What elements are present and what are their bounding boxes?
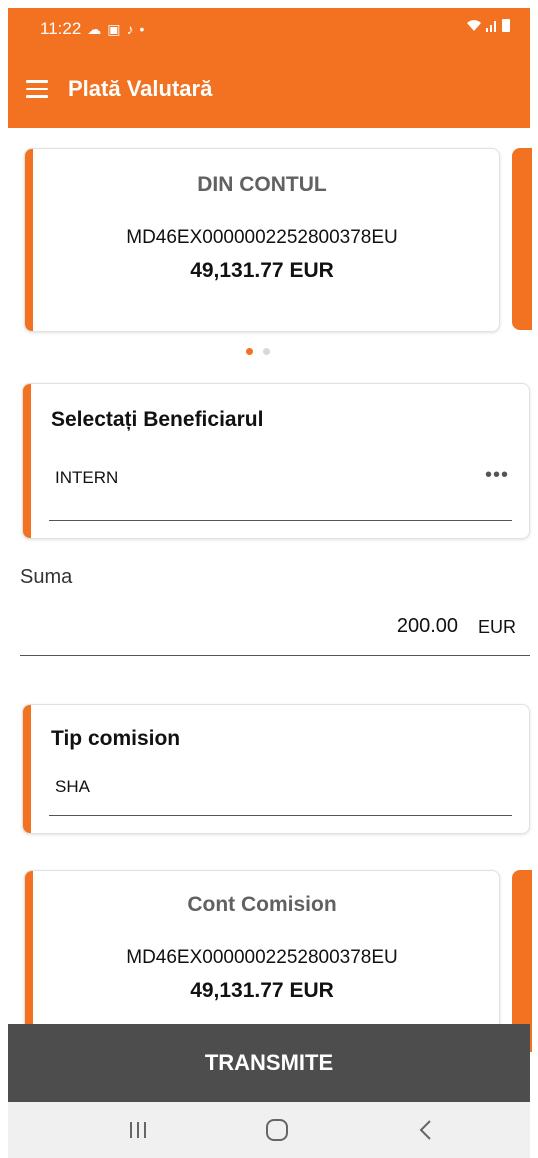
battery-icon <box>502 19 510 32</box>
commission-type-card[interactable]: Tip comision SHA <box>22 704 530 834</box>
page-title: Plată Valutară <box>68 76 213 101</box>
commission-type-underline <box>49 815 512 816</box>
app-bar: Plată Valutară <box>8 50 530 128</box>
home-icon[interactable] <box>257 1116 297 1144</box>
submit-button[interactable]: TRANSMITE <box>8 1024 530 1102</box>
amount-label: Suma <box>20 566 73 588</box>
beneficiary-value: INTERN <box>55 468 119 487</box>
weather-icon: ☁ <box>87 20 102 37</box>
gallery-icon: ▣ <box>107 20 121 37</box>
account-pager-dots <box>246 348 270 355</box>
beneficiary-underline <box>49 520 512 521</box>
hamburger-menu-icon[interactable] <box>26 80 48 98</box>
beneficiary-card[interactable]: Selectați Beneficiarul INTERN ••• <box>22 383 530 539</box>
amount-input[interactable]: 200.00 <box>397 615 458 638</box>
amount-underline <box>20 655 530 656</box>
commission-type-value: SHA <box>55 777 90 796</box>
amount-currency: EUR <box>477 617 516 637</box>
tiktok-icon: ♪ <box>126 21 134 37</box>
card-accent-bar <box>23 384 31 538</box>
wifi-icon <box>467 20 481 31</box>
recents-icon[interactable] <box>118 1116 158 1144</box>
commission-account-header: Cont Comision <box>187 893 337 916</box>
dot-icon: • <box>139 21 145 37</box>
more-horizontal-icon[interactable]: ••• <box>485 464 509 487</box>
back-icon[interactable] <box>406 1116 446 1144</box>
card-accent-bar <box>23 705 31 833</box>
commission-account-number: MD46EX0000002252800378EU <box>126 947 398 968</box>
status-time: 11:22 <box>40 19 82 38</box>
from-account-header: DIN CONTUL <box>197 173 327 196</box>
pager-dot-active[interactable] <box>246 348 253 355</box>
pager-dot[interactable] <box>263 348 270 355</box>
commission-account-balance: 49,131.77 EUR <box>190 979 334 1002</box>
status-bar: 11:22 ☁ ▣ ♪ • <box>8 8 530 50</box>
beneficiary-title: Selectați Beneficiarul <box>51 408 264 431</box>
system-nav-bar <box>8 1102 530 1158</box>
from-account-card[interactable]: DIN CONTUL MD46EX0000002252800378EU 49,1… <box>24 148 500 332</box>
next-account-card-peek[interactable] <box>512 148 532 330</box>
from-account-balance: 49,131.77 EUR <box>190 259 334 282</box>
from-account-number: MD46EX0000002252800378EU <box>126 227 398 248</box>
commission-type-title: Tip comision <box>51 727 181 750</box>
signal-icon <box>486 21 496 32</box>
